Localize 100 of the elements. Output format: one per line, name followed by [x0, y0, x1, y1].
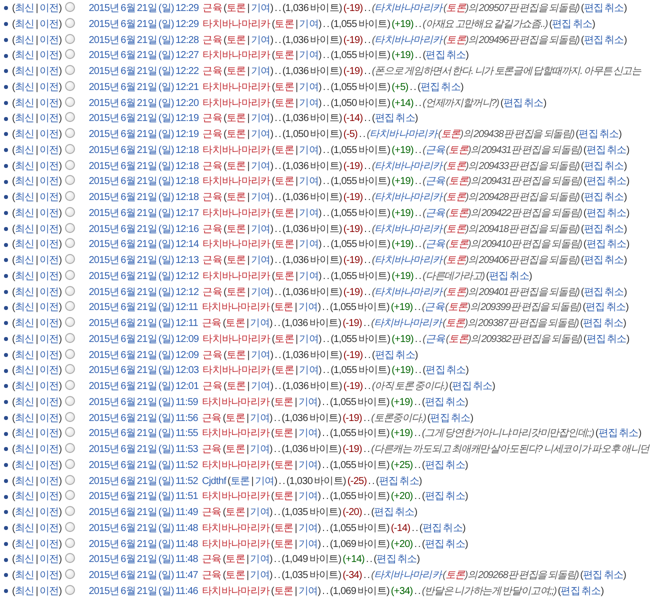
date-link[interactable]: 2015년 6월 21일 (일) 12:11 — [88, 302, 198, 314]
user-link[interactable]: 토론 — [226, 3, 246, 14]
history-link[interactable]: 기여 — [250, 507, 270, 518]
user-link[interactable]: 토론 — [274, 50, 294, 62]
radio-button[interactable] — [64, 332, 75, 343]
history-link[interactable]: 이전 — [39, 522, 59, 534]
user-link[interactable]: 토론 — [226, 350, 246, 360]
user-link[interactable]: 토론 — [274, 18, 294, 30]
summary-talk-link[interactable]: 토론 — [446, 255, 466, 266]
history-link[interactable]: 최신 — [14, 365, 34, 376]
radio-button[interactable] — [64, 348, 75, 358]
history-link[interactable]: 최신 — [14, 34, 34, 46]
radio-button[interactable] — [64, 222, 75, 232]
user-link[interactable]: 근육 — [202, 412, 222, 424]
date-link[interactable]: 2015년 6월 21일 (일) 12:18 — [88, 176, 199, 188]
history-link[interactable]: 편집 취소 — [584, 192, 624, 203]
history-link[interactable]: 최신 — [14, 66, 34, 77]
history-link[interactable]: 최신 — [14, 3, 34, 14]
user-link[interactable]: 토론 — [226, 160, 246, 172]
date-link[interactable]: 2015년 6월 21일 (일) 12:21 — [88, 82, 199, 93]
user-link[interactable]: 타치바나마리카 — [202, 365, 270, 376]
history-link[interactable]: 최신 — [14, 224, 34, 234]
history-link[interactable]: 이전 — [39, 396, 59, 408]
user-link[interactable]: 근육 — [202, 192, 222, 203]
history-link[interactable]: 이전 — [39, 286, 59, 298]
user-link[interactable]: 근육 — [202, 160, 222, 172]
user-link[interactable]: 타치바나마리카 — [202, 239, 270, 250]
radio-button[interactable] — [64, 80, 75, 91]
history-link[interactable]: 이전 — [39, 538, 59, 550]
user-link[interactable]: 토론 — [274, 365, 294, 376]
user-link[interactable]: 근육 — [202, 570, 222, 581]
radio-button[interactable] — [64, 443, 75, 453]
user-link[interactable]: 토론 — [274, 491, 294, 502]
history-link[interactable]: 기여 — [298, 491, 318, 502]
history-link[interactable]: 편집 취소 — [583, 570, 624, 581]
user-link[interactable]: 근육 — [202, 224, 222, 234]
user-link[interactable]: 토론 — [274, 144, 294, 156]
radio-button[interactable] — [64, 427, 75, 438]
history-link[interactable]: 최신 — [14, 334, 34, 345]
history-link[interactable]: 편집 취소 — [503, 98, 544, 108]
radio-button[interactable] — [64, 474, 75, 484]
user-link[interactable]: 토론 — [274, 82, 294, 93]
history-link[interactable]: 기여 — [299, 98, 318, 108]
history-link[interactable]: 최신 — [14, 255, 34, 266]
history-link[interactable]: 이전 — [39, 255, 59, 266]
history-link[interactable]: 편집 취소 — [586, 144, 626, 156]
history-link[interactable]: 기여 — [299, 144, 318, 156]
history-link[interactable]: 기여 — [299, 18, 318, 30]
history-link[interactable]: 이전 — [39, 18, 59, 30]
summary-talk-link[interactable]: 토론 — [446, 34, 466, 46]
date-link[interactable]: 2015년 6월 21일 (일) 12:20 — [88, 98, 199, 108]
date-link[interactable]: 2015년 6월 21일 (일) 11:47 — [88, 570, 198, 581]
user-link[interactable]: 타치바나마리카 — [202, 18, 270, 30]
history-link[interactable]: 기여 — [250, 129, 270, 140]
radio-button[interactable] — [64, 364, 75, 374]
radio-button[interactable] — [64, 160, 75, 170]
history-link[interactable]: 기여 — [250, 160, 270, 172]
history-link[interactable]: 편집 취소 — [420, 82, 460, 93]
radio-button[interactable] — [64, 286, 75, 296]
date-link[interactable]: 2015년 6월 21일 (일) 12:01 — [88, 381, 199, 392]
history-link[interactable]: 최신 — [14, 270, 34, 282]
radio-button[interactable] — [64, 270, 75, 280]
history-link[interactable]: 이전 — [39, 428, 59, 440]
history-link[interactable]: 최신 — [14, 98, 34, 108]
date-link[interactable]: 2015년 6월 21일 (일) 11:46 — [88, 586, 198, 597]
user-link[interactable]: 타치바나마리카 — [202, 176, 270, 188]
history-link[interactable]: 편집 취소 — [426, 365, 466, 376]
summary-talk-link[interactable]: 토론 — [446, 3, 466, 14]
history-link[interactable]: 편집 취소 — [586, 302, 626, 314]
radio-button[interactable] — [64, 206, 75, 217]
user-link[interactable]: 타치바나마리카 — [202, 82, 270, 93]
user-link[interactable]: 타치바나마리카 — [202, 334, 270, 345]
radio-button[interactable] — [64, 34, 75, 44]
date-link[interactable]: 2015년 6월 21일 (일) 11:52 — [88, 460, 198, 471]
date-link[interactable]: 2015년 6월 21일 (일) 11:55 — [88, 428, 198, 440]
radio-button[interactable] — [64, 584, 75, 595]
history-link[interactable]: 최신 — [14, 381, 34, 392]
user-link[interactable]: 근육 — [202, 381, 222, 392]
history-link[interactable]: 최신 — [14, 554, 34, 566]
date-link[interactable]: 2015년 6월 21일 (일) 11:48 — [88, 554, 198, 566]
history-link[interactable]: 최신 — [14, 50, 34, 62]
user-link[interactable]: 토론 — [226, 66, 246, 77]
history-link[interactable]: 편집 취소 — [578, 129, 619, 140]
user-link[interactable]: 토론 — [226, 412, 246, 424]
radio-button[interactable] — [64, 553, 75, 564]
date-link[interactable]: 2015년 6월 21일 (일) 12:19 — [88, 129, 199, 140]
history-link[interactable]: 이전 — [39, 208, 59, 219]
history-link[interactable]: 최신 — [14, 522, 34, 534]
history-link[interactable]: 이전 — [39, 144, 59, 156]
history-link[interactable]: 기여 — [250, 286, 270, 298]
user-link[interactable]: 근육 — [202, 113, 222, 124]
date-link[interactable]: 2015년 6월 21일 (일) 11:53 — [88, 444, 198, 455]
summary-talk-link[interactable]: 토론 — [446, 286, 466, 298]
date-link[interactable]: 2015년 6월 21일 (일) 12:27 — [88, 50, 199, 62]
history-link[interactable]: 최신 — [14, 538, 34, 550]
summary-talk-link[interactable]: 토론 — [448, 239, 468, 250]
history-link[interactable]: 최신 — [14, 160, 34, 172]
user-link[interactable]: 토론 — [226, 113, 246, 124]
summary-talk-link[interactable]: 토론 — [446, 160, 466, 172]
history-link[interactable]: 이전 — [39, 334, 59, 345]
